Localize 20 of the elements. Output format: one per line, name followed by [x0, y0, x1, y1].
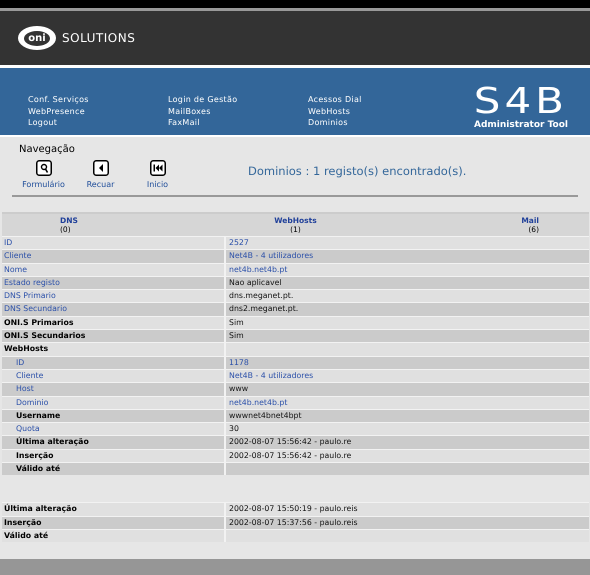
menu-link[interactable]: Dominios: [308, 117, 348, 128]
menu-link[interactable]: WebPresence: [28, 106, 85, 117]
search-icon: [36, 160, 52, 176]
menu-link[interactable]: Login de Gestão: [168, 94, 238, 106]
navigation-title: Navegação: [19, 144, 75, 155]
menu-link[interactable]: WebHosts: [308, 106, 350, 117]
nav-button[interactable]: Recuar: [72, 160, 129, 189]
menu-link[interactable]: Logout: [28, 117, 58, 128]
logo-text: SOLUTIONS: [62, 31, 136, 45]
logo-mark: oni: [18, 26, 56, 50]
menu-link[interactable]: MailBoxes: [168, 106, 211, 117]
menu-link[interactable]: Conf. Serviços: [28, 94, 89, 106]
result-summary: Dominios : 1 registo(s) encontrado(s).: [248, 164, 466, 178]
menu-link[interactable]: Acessos Dial: [308, 94, 362, 106]
product-logo: S4B: [474, 84, 568, 118]
skip-start-icon: [150, 160, 166, 176]
product-subtitle: Administrator Tool: [474, 120, 568, 130]
nav-button[interactable]: Inicio: [129, 160, 186, 189]
nav-button[interactable]: Formulário: [15, 160, 72, 189]
menu-link[interactable]: FaxMail: [168, 117, 200, 128]
